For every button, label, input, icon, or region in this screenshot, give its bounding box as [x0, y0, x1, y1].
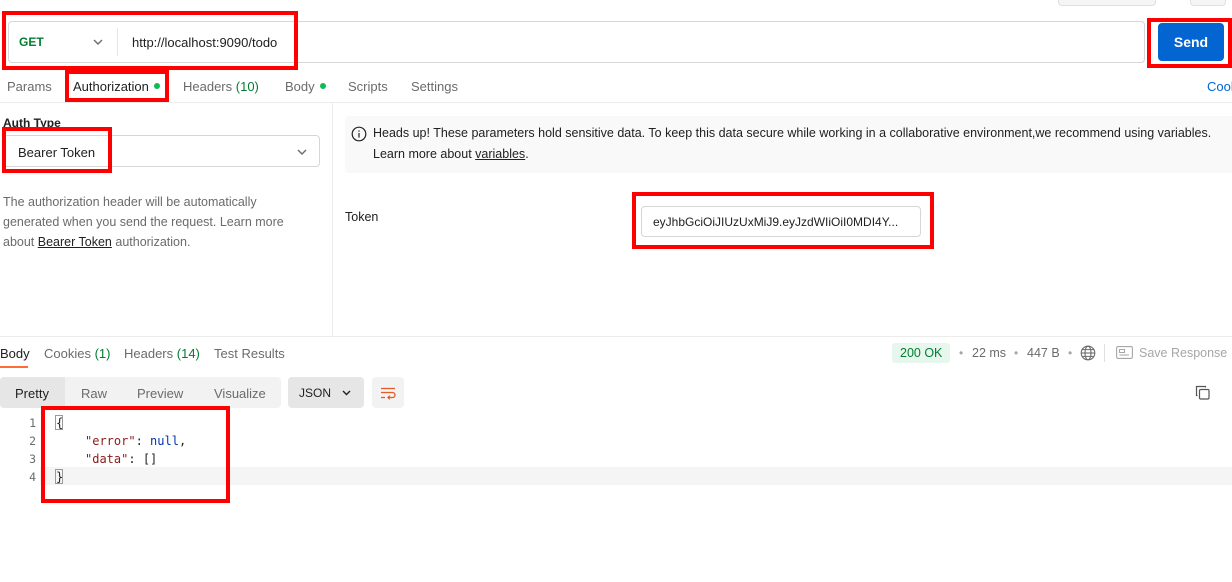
save-response-button[interactable]: Save Response — [1139, 346, 1227, 360]
chevron-down-icon — [297, 149, 307, 155]
code-line[interactable]: "data": [] — [85, 452, 157, 466]
modified-dot-icon — [153, 83, 160, 89]
url-input[interactable]: http://localhost:9090/todo — [132, 35, 277, 50]
separator-dot: • — [959, 346, 964, 360]
format-pretty[interactable]: Pretty — [15, 386, 49, 401]
format-visualize[interactable]: Visualize — [214, 386, 266, 401]
divider — [1104, 344, 1105, 362]
tab-params[interactable]: Params — [7, 79, 52, 94]
auth-type-select[interactable]: Bearer Token — [3, 135, 320, 167]
divider — [332, 103, 333, 336]
response-size[interactable]: 447 B — [1027, 346, 1060, 360]
format-preview[interactable]: Preview — [137, 386, 183, 401]
token-label: Token — [345, 210, 379, 224]
save-icon — [1116, 346, 1133, 359]
separator-dot: • — [1068, 346, 1073, 360]
divider — [0, 102, 1232, 103]
code-line[interactable]: "error": null, — [85, 434, 186, 448]
divider — [117, 28, 118, 56]
token-input[interactable]: eyJhbGciOiJIUzUxMiJ9.eyJzdWIiOiI0MDI4Y..… — [641, 206, 921, 237]
url-bar: GET http://localhost:9090/todo — [8, 21, 1145, 63]
sensitive-data-notice: Heads up! These parameters hold sensitiv… — [345, 116, 1232, 173]
info-icon — [351, 126, 367, 142]
tab-headers[interactable]: Headers (10) — [183, 79, 259, 94]
line-number: 2 — [29, 434, 36, 448]
cookies-link[interactable]: Cool — [1207, 79, 1232, 94]
bearer-token-link[interactable]: Bearer Token — [38, 235, 112, 249]
toolbar-stub — [1190, 0, 1226, 6]
wrap-lines-button[interactable] — [372, 377, 404, 408]
language-select[interactable]: JSON — [288, 377, 364, 408]
code-line[interactable]: } — [56, 470, 63, 484]
auth-description: The authorization header will be automat… — [3, 195, 284, 249]
line-number: 4 — [29, 470, 36, 484]
separator-dot: • — [1014, 346, 1019, 360]
modified-dot-icon — [319, 83, 326, 89]
auth-type-value: Bearer Token — [18, 145, 96, 160]
format-raw[interactable]: Raw — [81, 386, 107, 401]
response-tab-test-results[interactable]: Test Results — [214, 346, 285, 361]
language-value: JSON — [299, 386, 332, 400]
response-tab-cookies[interactable]: Cookies (1) — [44, 346, 110, 361]
variables-link[interactable]: variables — [475, 147, 525, 161]
active-line-highlight — [40, 467, 1232, 485]
status-badge[interactable]: 200 OK — [892, 343, 951, 363]
divider — [0, 336, 1232, 337]
code-line[interactable]: { — [56, 416, 63, 430]
line-number: 1 — [29, 416, 36, 430]
auth-type-label: Auth Type — [3, 116, 61, 130]
format-tabs: Pretty Raw Preview Visualize — [0, 377, 281, 408]
tab-scripts[interactable]: Scripts — [348, 79, 388, 94]
toolbar-stub — [1058, 0, 1156, 6]
globe-icon[interactable] — [1080, 345, 1096, 361]
send-button[interactable]: Send — [1158, 23, 1224, 61]
wrap-lines-icon — [381, 387, 396, 400]
tab-settings[interactable]: Settings — [411, 79, 458, 94]
response-time[interactable]: 22 ms — [972, 346, 1006, 360]
tab-authorization[interactable]: Authorization — [73, 79, 160, 94]
token-value: eyJhbGciOiJIUzUxMiJ9.eyJzdWIiOiI0MDI4Y..… — [653, 215, 899, 229]
copy-icon[interactable] — [1195, 385, 1210, 400]
line-number: 3 — [29, 452, 36, 466]
response-tab-headers[interactable]: Headers (14) — [124, 346, 200, 361]
response-tab-body[interactable]: Body — [0, 346, 30, 361]
method-select[interactable]: GET — [19, 35, 44, 49]
active-tab-indicator — [0, 366, 28, 368]
chevron-down-icon — [342, 390, 351, 396]
chevron-down-icon[interactable] — [91, 35, 105, 49]
tab-body[interactable]: Body — [285, 79, 326, 94]
